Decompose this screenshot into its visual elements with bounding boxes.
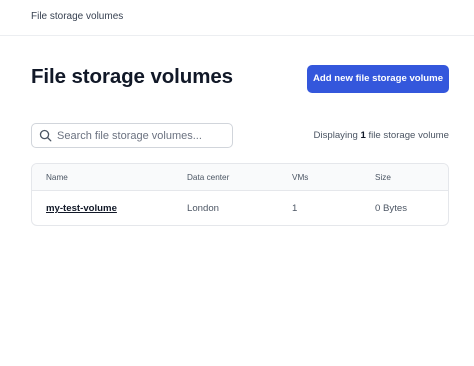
volume-count: Displaying 1 file storage volume (314, 130, 449, 141)
column-header-data-center: Data center (187, 173, 230, 182)
column-header-size: Size (375, 173, 391, 182)
top-bar: File storage volumes (0, 0, 474, 36)
table-header: Name Data center VMs Size (32, 164, 448, 191)
count-suffix: file storage volume (368, 130, 449, 141)
column-header-vms: VMs (292, 173, 309, 182)
count-value: 1 (360, 130, 366, 141)
table-row: my-test-volume London 1 0 Bytes (32, 191, 448, 225)
page-title: File storage volumes (31, 65, 233, 88)
volumes-table: Name Data center VMs Size my-test-volume… (31, 163, 449, 226)
search-box[interactable] (31, 123, 233, 148)
search-input[interactable] (57, 126, 229, 145)
breadcrumb: File storage volumes (31, 11, 124, 22)
column-header-name: Name (46, 173, 68, 182)
count-prefix: Displaying (313, 130, 358, 141)
volume-vm-count: 1 (292, 203, 298, 214)
volume-data-center: London (187, 203, 220, 214)
add-volume-button[interactable]: Add new file storage volume (307, 65, 449, 93)
volume-name-link[interactable]: my-test-volume (46, 203, 117, 214)
search-icon (39, 129, 52, 142)
volume-size: 0 Bytes (375, 203, 407, 214)
